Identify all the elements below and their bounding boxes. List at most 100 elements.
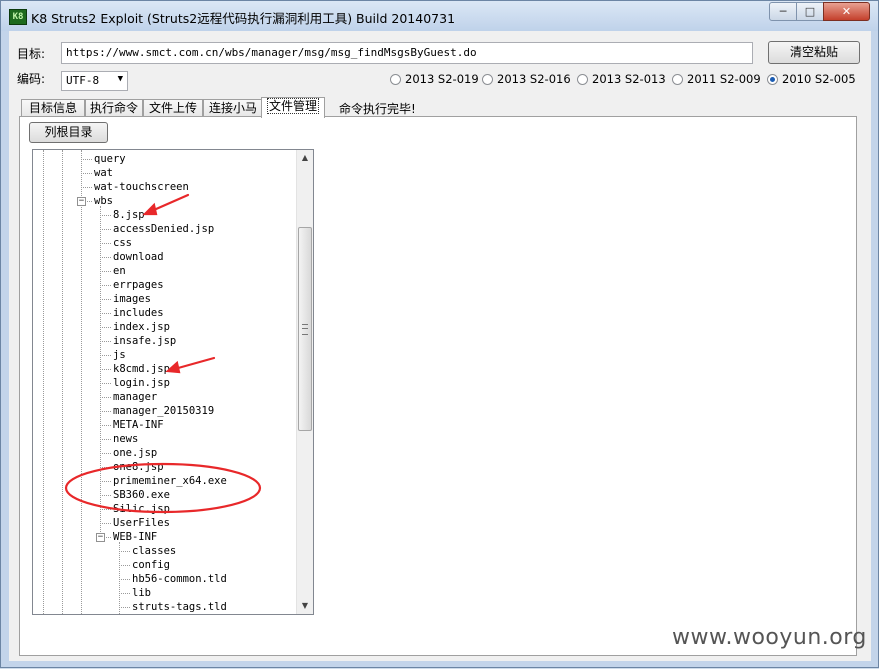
tree-scrollbar[interactable]: ▲ ▼ bbox=[296, 150, 313, 614]
exploit-radio-s2-013[interactable]: 2013 S2-013 bbox=[577, 72, 666, 86]
tree-node[interactable]: css bbox=[100, 236, 132, 250]
tab-file-manager[interactable]: 文件管理 bbox=[261, 97, 325, 118]
list-root-button[interactable]: 列根目录 bbox=[29, 122, 108, 143]
tree-node[interactable]: config bbox=[119, 558, 170, 572]
tree-node-label: wat bbox=[94, 167, 113, 179]
exploit-label: 2011 S2-009 bbox=[687, 72, 761, 86]
tree-node[interactable]: accessDenied.jsp bbox=[100, 222, 215, 236]
tree-node-label: insafe.jsp bbox=[113, 335, 177, 347]
tree-connector bbox=[100, 215, 111, 216]
tree-node-label: one8.jsp bbox=[113, 461, 164, 473]
tree-guide-line bbox=[43, 150, 44, 614]
tab-file-upload[interactable]: 文件上传 bbox=[143, 99, 203, 117]
tree-node[interactable]: query bbox=[81, 152, 126, 166]
tree-node[interactable]: includes bbox=[100, 306, 164, 320]
tree-node-label: k8cmd.jsp bbox=[113, 363, 170, 375]
tree-node[interactable]: manager_20150319 bbox=[100, 404, 214, 418]
tree-node[interactable]: META-INF bbox=[100, 418, 164, 432]
tab-label: 执行命令 bbox=[89, 101, 138, 115]
tree-node[interactable]: wbs bbox=[81, 194, 113, 208]
minimize-button[interactable]: ─ bbox=[769, 2, 797, 21]
tree-node[interactable]: images bbox=[100, 292, 151, 306]
tree-connector bbox=[100, 411, 111, 412]
tree-node[interactable]: primeminer_x64.exe bbox=[100, 474, 227, 488]
tree-node-label: download bbox=[113, 251, 164, 263]
tree-node[interactable]: struts-tags.tld bbox=[119, 600, 227, 614]
tab-connect-shell[interactable]: 连接小马 bbox=[203, 99, 263, 117]
scroll-down-icon[interactable]: ▼ bbox=[297, 598, 313, 614]
watermark: www.wooyun.org bbox=[672, 625, 867, 650]
file-tree[interactable]: ▲ ▼ query wat wat-touchscreen wbs −8.jsp acce… bbox=[32, 149, 314, 615]
tree-node-label: Silic.jsp bbox=[113, 503, 170, 515]
tree-node-label: wat-touchscreen bbox=[94, 181, 189, 193]
tree-node[interactable]: k8cmd.jsp bbox=[100, 362, 170, 376]
title-bar[interactable]: K8 K8 Struts2 Exploit (Struts2远程代码执行漏洞利用… bbox=[1, 1, 878, 31]
tree-connector bbox=[119, 607, 130, 608]
tree-node[interactable]: download bbox=[100, 250, 164, 264]
status-text: 命令执行完毕! bbox=[339, 102, 416, 116]
tree-guide-line bbox=[62, 150, 63, 614]
tree-connector bbox=[100, 481, 111, 482]
exploit-radio-s2-009[interactable]: 2011 S2-009 bbox=[672, 72, 761, 86]
tree-node[interactable]: index.jsp bbox=[100, 320, 170, 334]
tree-node-label: query bbox=[94, 153, 126, 165]
tree-node[interactable]: en bbox=[100, 264, 126, 278]
tree-node-label: news bbox=[113, 433, 139, 445]
tree-node[interactable]: news bbox=[100, 432, 139, 446]
tab-target-info[interactable]: 目标信息 bbox=[21, 99, 85, 117]
tree-node[interactable]: manager bbox=[100, 390, 157, 404]
tree-connector bbox=[81, 173, 92, 174]
tree-node[interactable]: login.jsp bbox=[100, 376, 170, 390]
tree-node-label: META-INF bbox=[113, 419, 164, 431]
chevron-down-icon: ▼ bbox=[117, 74, 123, 84]
tree-node[interactable]: classes bbox=[119, 544, 176, 558]
tree-node[interactable]: js bbox=[100, 348, 126, 362]
radio-icon bbox=[482, 74, 493, 85]
tree-connector bbox=[100, 509, 111, 510]
tree-node-label: errpages bbox=[113, 279, 164, 291]
tree-node[interactable]: Silic.jsp bbox=[100, 502, 170, 516]
tree-node[interactable]: one8.jsp bbox=[100, 460, 164, 474]
tree-node-label: one.jsp bbox=[113, 447, 158, 459]
tree-connector bbox=[119, 593, 130, 594]
tree-node-label: primeminer_x64.exe bbox=[113, 475, 227, 487]
tree-connector bbox=[100, 327, 111, 328]
scroll-thumb[interactable] bbox=[298, 227, 312, 431]
tree-node[interactable]: lib bbox=[119, 586, 151, 600]
tree-connector bbox=[119, 579, 130, 580]
maximize-button[interactable]: □ bbox=[796, 2, 824, 21]
tree-connector bbox=[100, 453, 111, 454]
tree-node-label: lib bbox=[132, 587, 151, 599]
tab-execute-command[interactable]: 执行命令 bbox=[85, 99, 143, 117]
tree-node-label: struts-tags.tld bbox=[132, 601, 227, 613]
close-button[interactable]: ✕ bbox=[823, 2, 870, 21]
tree-node[interactable]: SB360.exe bbox=[100, 488, 170, 502]
tree-node[interactable]: errpages bbox=[100, 278, 164, 292]
tree-node[interactable]: insafe.jsp bbox=[100, 334, 177, 348]
collapse-icon[interactable]: − bbox=[96, 533, 105, 542]
clear-paste-button[interactable]: 清空粘贴 bbox=[768, 41, 860, 64]
target-url-input[interactable]: https://www.smct.com.cn/wbs/manager/msg/… bbox=[61, 42, 753, 64]
scroll-up-icon[interactable]: ▲ bbox=[297, 150, 313, 166]
tree-node[interactable]: WEB-INF bbox=[100, 530, 157, 544]
tree-node[interactable]: 8.jsp bbox=[100, 208, 145, 222]
tree-node-label: accessDenied.jsp bbox=[113, 223, 215, 235]
tree-node[interactable]: wat bbox=[81, 166, 113, 180]
target-label: 目标: bbox=[17, 47, 46, 61]
exploit-radio-s2-005[interactable]: 2010 S2-005 bbox=[767, 72, 856, 86]
tree-node[interactable]: wat-touchscreen bbox=[81, 180, 189, 194]
tree-node[interactable]: hb56-common.tld bbox=[119, 572, 227, 586]
encoding-select[interactable]: UTF-8 ▼ bbox=[61, 71, 128, 91]
tree-node-label: SB360.exe bbox=[113, 489, 170, 501]
exploit-radio-s2-016[interactable]: 2013 S2-016 bbox=[482, 72, 571, 86]
exploit-label: 2013 S2-013 bbox=[592, 72, 666, 86]
tree-connector bbox=[100, 257, 111, 258]
window-title: K8 Struts2 Exploit (Struts2远程代码执行漏洞利用工具)… bbox=[31, 11, 456, 26]
tree-connector bbox=[100, 425, 111, 426]
exploit-radio-s2-019[interactable]: 2013 S2-019 bbox=[390, 72, 479, 86]
tree-node[interactable]: one.jsp bbox=[100, 446, 158, 460]
tree-node[interactable]: UserFiles bbox=[100, 516, 170, 530]
tab-label: 文件管理 bbox=[266, 98, 319, 114]
tree-connector bbox=[100, 397, 111, 398]
collapse-icon[interactable]: − bbox=[77, 197, 86, 206]
